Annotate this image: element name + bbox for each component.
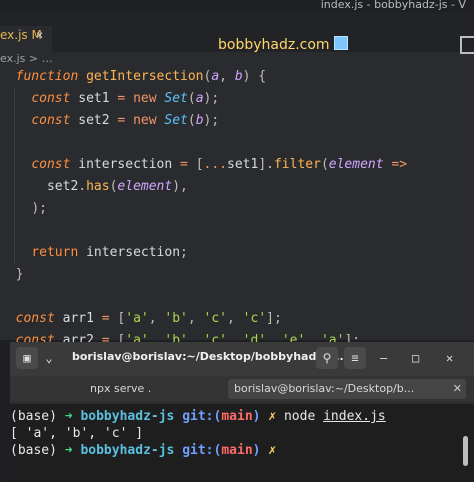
tab-npx-serve[interactable]: npx serve . (90, 379, 210, 399)
code-editor: index.js - bobbyhadz-js - V ex.js M × bo… (0, 0, 474, 414)
code-line: set2.has(element), (0, 179, 188, 194)
brand-watermark: bobbyhadz.com (218, 36, 348, 53)
terminal-output[interactable]: (base) ➜ bobbyhadz-js git:(main) ✗ node … (10, 404, 474, 482)
terminal-title: borislav@borislav:~/Desktop/bobbyhadz-r.… (72, 350, 344, 363)
brand-text: bobbyhadz.com (218, 37, 330, 53)
breadcrumb[interactable]: ex.js > … (0, 52, 53, 65)
terminal-header: ▣ ⌄ borislav@borislav:~/Desktop/bobbyhad… (10, 342, 474, 376)
terminal-tabs: npx serve . borislav@borislav:~/Desktop/… (10, 376, 474, 402)
prompt-line: (base) ➜ bobbyhadz-js git:(main) ✗ node … (10, 409, 386, 424)
tab-label: borislav@borislav:~/Desktop/b... (234, 382, 415, 395)
tab-label: npx serve . (90, 382, 152, 395)
tab-index-js[interactable]: ex.js M × (0, 26, 52, 54)
code-line: return intersection; (31, 245, 188, 260)
tab-shell[interactable]: borislav@borislav:~/Desktop/b... ✕ (228, 379, 466, 399)
menu-icon[interactable]: ≡ (344, 347, 366, 369)
code-line: const set1 = new Set(a); (31, 91, 220, 106)
code-line: } (15, 267, 24, 282)
code-line: const arr1 = ['a', 'b', 'c', 'c']; (15, 311, 282, 326)
output-line: [ 'a', 'b', 'c' ] (10, 426, 144, 441)
close-icon[interactable]: ✕ (446, 351, 453, 365)
close-icon[interactable]: × (36, 28, 43, 42)
new-tab-icon[interactable]: ▣ (16, 347, 38, 369)
maximize-icon[interactable]: □ (412, 351, 419, 365)
scrollbar[interactable] (463, 436, 468, 466)
minimize-icon[interactable]: — (380, 351, 387, 365)
split-editor-icon[interactable] (460, 36, 474, 54)
window-title: index.js - bobbyhadz-js - V (320, 0, 466, 11)
prompt-line: (base) ➜ bobbyhadz-js git:(main) ✗ (10, 443, 277, 458)
code-line: ); (31, 201, 47, 216)
search-icon[interactable]: ⚲ (316, 347, 338, 369)
terminal-window: ▣ ⌄ borislav@borislav:~/Desktop/bobbyhad… (10, 342, 474, 482)
editor-tab-bar: ex.js M × bobbyhadz.com (0, 12, 474, 54)
chevron-down-icon[interactable]: ⌄ (42, 347, 56, 369)
code-line: const intersection = [...set1].filter(el… (31, 157, 408, 172)
code-line: function getIntersection(a, b) { (0, 69, 267, 84)
close-icon[interactable]: ✕ (453, 379, 462, 399)
code-line: const set2 = new Set(b); (31, 113, 220, 128)
cube-icon (333, 36, 348, 50)
title-bar: index.js - bobbyhadz-js - V (0, 0, 474, 12)
